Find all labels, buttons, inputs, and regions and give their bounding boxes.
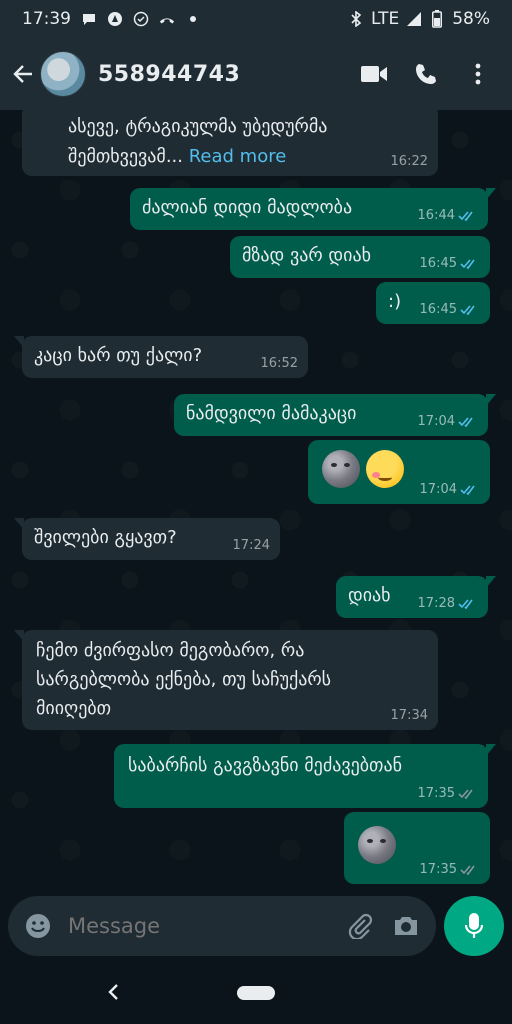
message-text: მზად ვარ დიახ (242, 245, 371, 266)
message-text: ძალიან დიდი მადლობა (142, 197, 353, 218)
message-outgoing[interactable]: ძალიან დიდი მადლობა 16:44 (130, 188, 496, 230)
message-incoming[interactable]: ჩემო ძვირფასო მეგობარო, რა სარგებლობა ექ… (14, 630, 438, 730)
read-ticks-icon (458, 599, 473, 610)
battery-icon (429, 10, 445, 28)
message-time: 16:45 (419, 302, 457, 317)
read-ticks-icon (460, 259, 475, 270)
message-text: ნამდვილი მამაკაცი (186, 403, 357, 424)
message-time: 17:24 (232, 538, 270, 553)
message-outgoing[interactable]: დიახ 17:28 (336, 576, 496, 618)
message-outgoing[interactable]: ნამდვილი მამაკაცი 17:04 (174, 394, 496, 436)
message-input[interactable] (68, 914, 345, 938)
message-time: 16:22 (390, 154, 428, 169)
read-more-link[interactable]: Read more (189, 146, 287, 167)
chat-header: 558944743 (0, 38, 512, 110)
message-text: შვილები გყავთ? (34, 527, 177, 548)
camera-icon[interactable] (390, 910, 422, 942)
more-vert-icon[interactable] (464, 60, 492, 88)
read-ticks-icon (460, 305, 475, 316)
read-ticks-icon (458, 417, 473, 428)
message-incoming[interactable]: კაცი ხარ თუ ქალი? 16:52 (14, 336, 308, 378)
emoji-icon[interactable] (22, 910, 54, 942)
message-outgoing[interactable]: 17:35 (344, 812, 490, 884)
message-outgoing[interactable]: საბარჩის გავგზავნი მეძავებთან 17:35 (114, 744, 496, 808)
new-moon-face-emoji (322, 450, 360, 488)
message-incoming[interactable]: შვილები გყავთ? 17:24 (14, 518, 280, 560)
composer (0, 890, 512, 962)
read-ticks-icon (458, 211, 473, 222)
message-input-box (8, 896, 437, 956)
message-time: 17:35 (419, 862, 457, 877)
message-time: 16:52 (260, 356, 298, 371)
status-time: 17:39 (22, 9, 71, 29)
message-time: 17:04 (419, 482, 457, 497)
check-circle-icon (133, 11, 149, 27)
chat-notification-icon (81, 11, 97, 27)
system-nav-bar (0, 962, 512, 1024)
message-time: 17:35 (417, 786, 455, 801)
phone-icon[interactable] (412, 60, 440, 88)
back-arrow-icon[interactable] (10, 61, 36, 87)
message-incoming[interactable]: ასევე, ტრაგიკულმა უბედურმა შემთხვევამ...… (22, 110, 438, 176)
mic-button[interactable] (444, 896, 504, 956)
message-text: ჩემო ძვირფასო მეგობარო, რა სარგებლობა ექ… (36, 640, 332, 719)
message-time: 16:44 (417, 208, 455, 223)
bluetooth-icon (348, 11, 364, 27)
battery-level: 58% (452, 9, 490, 29)
woozy-face-emoji (365, 450, 404, 488)
chat-area[interactable]: ასევე, ტრაგიკულმა უბედურმა შემთხვევამ...… (0, 110, 512, 890)
nav-back-icon[interactable] (104, 982, 124, 1002)
status-bar: 17:39 LTE 58% (0, 0, 512, 38)
network-type: LTE (370, 9, 400, 29)
message-time: 17:34 (390, 708, 428, 723)
new-moon-face-emoji (358, 826, 396, 864)
message-outgoing[interactable]: მზად ვარ დიახ 16:45 (230, 236, 490, 278)
location-notification-icon (107, 11, 123, 27)
delivered-ticks-icon (458, 789, 473, 800)
message-outgoing[interactable]: 17:04 (308, 440, 490, 504)
delivered-ticks-icon (460, 865, 475, 876)
message-time: 16:45 (419, 256, 457, 271)
dot-icon (185, 11, 201, 27)
signal-icon (406, 11, 422, 27)
message-outgoing[interactable]: :) 16:45 (376, 282, 490, 324)
contact-name[interactable]: 558944743 (98, 62, 240, 87)
read-ticks-icon (460, 485, 475, 496)
message-text: დიახ (348, 585, 391, 606)
video-call-icon[interactable] (360, 60, 388, 88)
missed-call-icon (159, 11, 175, 27)
message-text: საბარჩის გავგზავნი მეძავებთან (128, 755, 403, 776)
attach-icon[interactable] (344, 910, 376, 942)
avatar[interactable] (40, 51, 86, 97)
mic-icon (465, 913, 484, 938)
message-time: 17:04 (417, 414, 455, 429)
nav-home-pill[interactable] (237, 986, 275, 1000)
message-text: კაცი ხარ თუ ქალი? (34, 345, 203, 366)
message-time: 17:28 (417, 596, 455, 611)
message-text: :) (388, 291, 402, 312)
